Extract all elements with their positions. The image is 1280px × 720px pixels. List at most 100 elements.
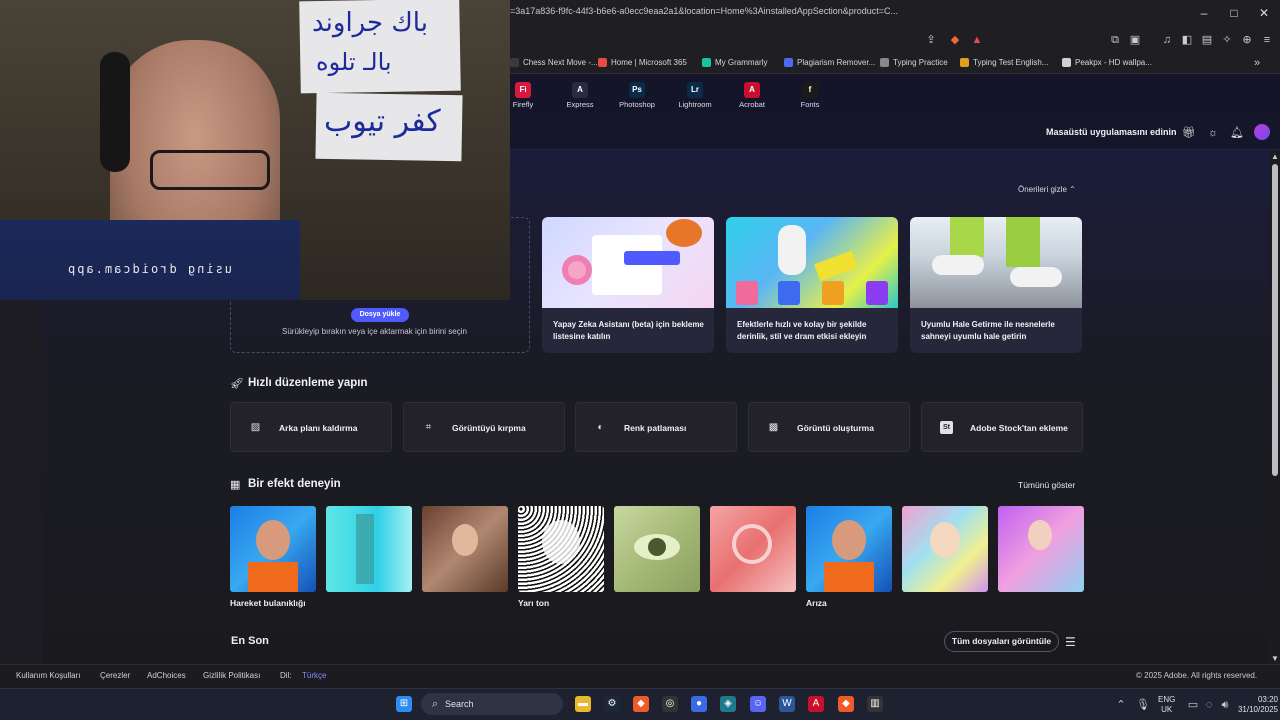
- quick-action-adobe-stock[interactable]: St Adobe Stock'tan ekleme: [921, 402, 1083, 452]
- view-all-files-button[interactable]: Tüm dosyaları görüntüle: [944, 631, 1059, 652]
- effect-thumb[interactable]: [326, 506, 412, 592]
- footer-language-label: Dil:: [280, 671, 292, 680]
- app-lightroom[interactable]: Lr Lightroom: [670, 82, 720, 109]
- footer-link-cookies[interactable]: Çerezler: [100, 671, 130, 680]
- brave-active-icon[interactable]: ◆: [838, 696, 854, 712]
- scroll-up-icon[interactable]: ▲: [1268, 150, 1280, 164]
- minimize-icon[interactable]: –: [1194, 6, 1214, 20]
- share-icon[interactable]: ⇪: [924, 33, 938, 47]
- screenshot-icon[interactable]: ▣: [1128, 33, 1142, 47]
- brave-icon[interactable]: ◆: [633, 696, 649, 712]
- effect-thumb[interactable]: [902, 506, 988, 592]
- list-view-icon[interactable]: ☰: [1065, 635, 1076, 649]
- show-all-link[interactable]: Tümünü göster: [1018, 480, 1075, 490]
- tray-chevron-icon[interactable]: ⌃: [1114, 698, 1128, 712]
- bookmark-item[interactable]: Peakpx - HD wallpa...: [1062, 58, 1152, 67]
- footer-link-terms[interactable]: Kullanım Koşulları: [16, 671, 80, 680]
- effect-thumb[interactable]: [710, 506, 796, 592]
- display-icon[interactable]: ▭: [1186, 698, 1200, 712]
- bookmark-label: My Grammarly: [715, 58, 768, 67]
- music-icon[interactable]: ♫: [1160, 33, 1174, 47]
- recommendation-card[interactable]: Uyumlu Hale Getirme ile nesnelerle sahne…: [910, 217, 1082, 353]
- close-icon[interactable]: ✕: [1254, 6, 1274, 20]
- menu-icon[interactable]: ≡: [1260, 33, 1274, 47]
- effect-label: Yarı ton: [518, 598, 550, 608]
- wallet-icon[interactable]: ▤: [1200, 33, 1214, 47]
- extensions-icon[interactable]: ⧉: [1108, 33, 1122, 47]
- acrobat-icon[interactable]: A: [808, 696, 824, 712]
- effect-thumb-glitch[interactable]: [806, 506, 892, 592]
- recommendation-card[interactable]: Yapay Zeka Asistanı (beta) için bekleme …: [542, 217, 714, 353]
- ai-icon[interactable]: ✧: [1220, 33, 1234, 47]
- app-express[interactable]: A Express: [555, 82, 605, 109]
- get-desktop-app-link[interactable]: Masaüstü uygulamasını edinin: [1046, 127, 1177, 137]
- brave-shield-icon[interactable]: ◆: [948, 33, 962, 47]
- gift-icon[interactable]: 🎁︎: [1182, 126, 1196, 140]
- more-bookmarks-icon[interactable]: »: [1250, 56, 1264, 70]
- language-indicator[interactable]: ENG UK: [1158, 695, 1175, 715]
- app-fonts[interactable]: f Fonts: [785, 82, 835, 109]
- effect-thumb-halftone[interactable]: [518, 506, 604, 592]
- footer-link-adchoices[interactable]: AdChoices: [147, 671, 186, 680]
- microphone-icon[interactable]: 🎙︎: [1136, 698, 1150, 712]
- quick-action-generate-image[interactable]: ▩ Görüntü oluşturma: [748, 402, 910, 452]
- avatar[interactable]: [1254, 124, 1270, 140]
- bookmark-item[interactable]: Typing Test English...: [960, 58, 1048, 67]
- footer-language-select[interactable]: Türkçe: [302, 671, 326, 680]
- sidebar-icon[interactable]: ◧: [1180, 33, 1194, 47]
- lightbulb-icon[interactable]: ☼: [1206, 126, 1220, 140]
- card-text: Efektlerle hızlı ve kolay bir şekilde de…: [737, 320, 867, 341]
- bookmark-favicon-icon: [880, 58, 889, 67]
- footer: [0, 664, 1280, 688]
- app-acrobat[interactable]: A Acrobat: [727, 82, 777, 109]
- bookmark-favicon-icon: [784, 58, 793, 67]
- bookmark-favicon-icon: [1062, 58, 1071, 67]
- chevron-up-icon: ⌃: [1069, 185, 1076, 194]
- word-icon[interactable]: W: [779, 696, 795, 712]
- harmonize-illustration: [910, 217, 1082, 308]
- effect-thumb[interactable]: [422, 506, 508, 592]
- app-icon[interactable]: ▥: [867, 696, 883, 712]
- app-icon[interactable]: ●: [691, 696, 707, 712]
- file-explorer-icon[interactable]: ▬: [575, 696, 591, 712]
- upload-file-button[interactable]: Dosya yükle: [351, 308, 409, 322]
- quick-action-remove-background[interactable]: ▨ Arka planı kaldırma: [230, 402, 392, 452]
- davinci-icon[interactable]: ◈: [720, 696, 736, 712]
- recent-title: En Son: [231, 635, 269, 647]
- app-photoshop[interactable]: Ps Photoshop: [612, 82, 662, 109]
- url-text[interactable]: =3a17a836-f9fc-44f3-b6e6-a0ecc9eaa2a1&lo…: [510, 6, 898, 16]
- brave-rewards-icon[interactable]: ▲: [970, 33, 984, 47]
- scrollbar-thumb[interactable]: [1272, 164, 1278, 476]
- effect-thumb[interactable]: [614, 506, 700, 592]
- vpn-icon[interactable]: ⊕: [1240, 33, 1254, 47]
- bookmark-item[interactable]: Chess Next Move -...: [510, 58, 598, 67]
- steam-icon[interactable]: ⚙: [604, 696, 620, 712]
- recommendation-card[interactable]: Efektlerle hızlı ve kolay bir şekilde de…: [726, 217, 898, 353]
- stock-icon: St: [940, 421, 953, 434]
- wifi-icon[interactable]: ◌: [1202, 698, 1216, 712]
- app-label: Lightroom: [678, 100, 712, 109]
- effects-illustration: [726, 217, 898, 308]
- bookmark-item[interactable]: Typing Practice: [880, 58, 948, 67]
- bell-icon[interactable]: 🔔︎: [1230, 126, 1244, 140]
- effect-thumb-motion-blur[interactable]: [230, 506, 316, 592]
- footer-link-privacy[interactable]: Gizlilik Politikası: [203, 671, 260, 680]
- quick-action-color-pop[interactable]: ◐ Renk patlaması: [575, 402, 737, 452]
- clock[interactable]: 03:20 31/10/2025: [1222, 695, 1278, 715]
- discord-icon[interactable]: ☺: [750, 696, 766, 712]
- hide-recommendations-toggle[interactable]: Önerileri gizle ⌃: [1018, 185, 1076, 194]
- effect-thumb[interactable]: [998, 506, 1084, 592]
- windows-start-icon[interactable]: ⊞: [396, 696, 412, 712]
- bookmark-item[interactable]: Plagiarism Remover...: [784, 58, 875, 67]
- sign-text-bottom: كفر تيوب: [324, 104, 441, 139]
- express-icon: A: [572, 82, 588, 98]
- maximize-icon[interactable]: □: [1224, 6, 1244, 20]
- github-icon[interactable]: ◎: [662, 696, 678, 712]
- taskbar-search[interactable]: [421, 693, 563, 715]
- bookmark-item[interactable]: My Grammarly: [702, 58, 767, 67]
- bookmark-item[interactable]: Home | Microsoft 365: [598, 58, 687, 67]
- quick-action-crop[interactable]: ⌗ Görüntüyü kırpma: [403, 402, 565, 452]
- bookmark-label: Chess Next Move -...: [523, 58, 598, 67]
- effect-label: Arıza: [806, 598, 827, 608]
- fonts-icon: f: [802, 82, 818, 98]
